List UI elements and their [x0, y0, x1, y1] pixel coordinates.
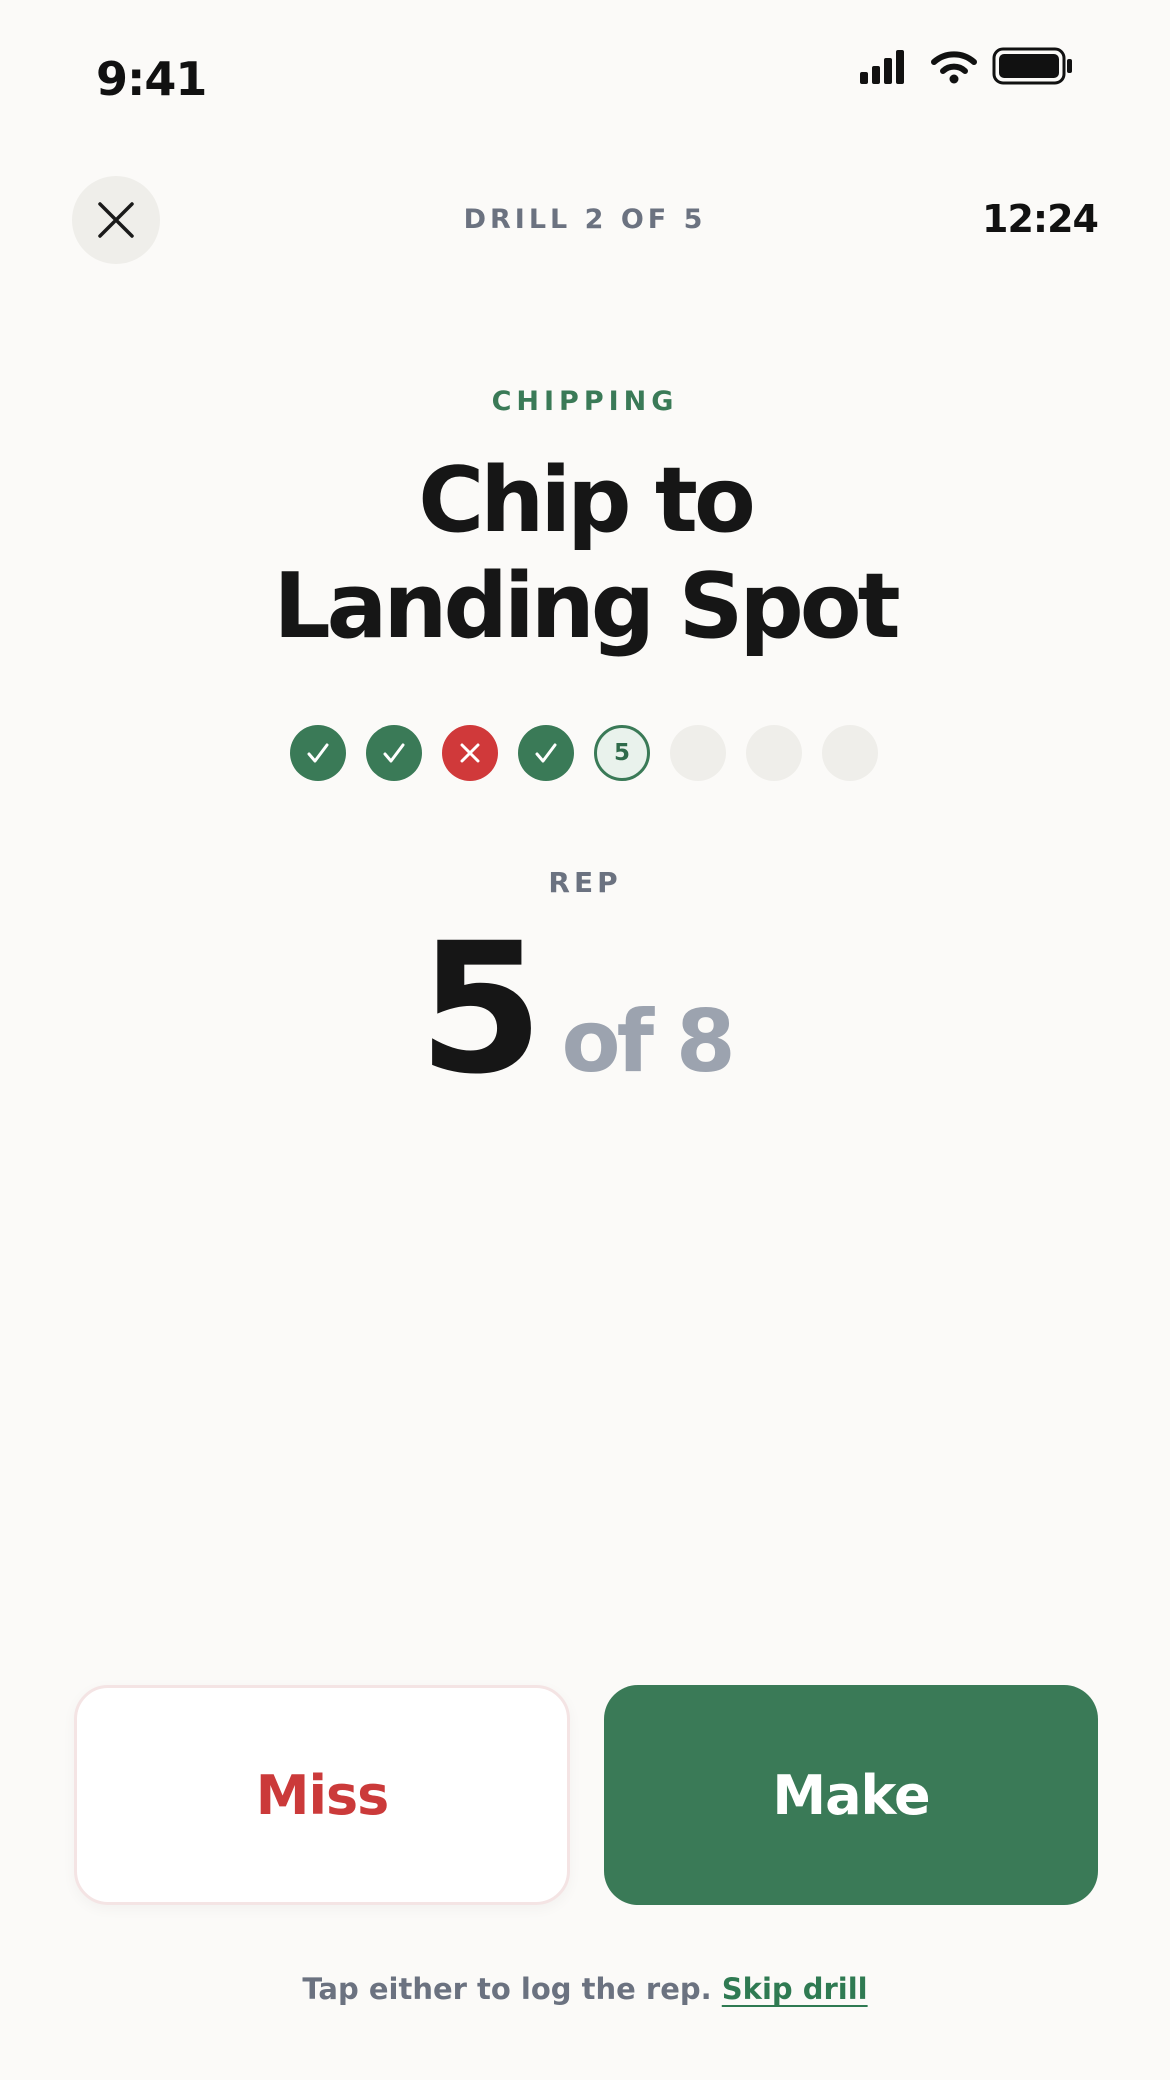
check-icon — [535, 743, 557, 763]
miss-button[interactable]: Miss — [74, 1685, 570, 1905]
status-bar-icons — [858, 46, 1074, 86]
footer-hint-text: Tap either to log the rep. — [302, 1972, 712, 2006]
rep-progress-dots: 5 — [290, 725, 880, 781]
drill-title-line-1: Chip to — [418, 448, 756, 553]
rep-counter: 5 of 8 — [0, 920, 1170, 1100]
wifi-icon — [931, 51, 977, 84]
rep-dot-empty — [670, 725, 726, 781]
drill-title-line-2: Landing Spot — [273, 554, 900, 659]
session-timer: 12:24 — [982, 197, 1099, 241]
signal-icon — [860, 50, 904, 84]
rep-dot-make — [518, 725, 574, 781]
make-button[interactable]: Make — [604, 1685, 1098, 1905]
rep-dot-empty — [746, 725, 802, 781]
rep-dot-make — [366, 725, 422, 781]
rep-total: of 8 — [561, 992, 735, 1092]
skip-drill-link[interactable]: Skip drill — [722, 1972, 868, 2006]
drill-title: Chip to Landing Spot — [0, 448, 1170, 660]
rep-label: REP — [548, 866, 622, 899]
rep-current-number: 5 — [418, 905, 543, 1114]
rep-dot-current: 5 — [594, 725, 650, 781]
rep-dot-number: 5 — [613, 740, 630, 766]
check-icon — [383, 743, 405, 763]
rep-dot-make — [290, 725, 346, 781]
x-icon — [460, 743, 480, 763]
footer-hint: Tap either to log the rep. Skip drill — [0, 1972, 1170, 2006]
rep-dot-miss — [442, 725, 498, 781]
status-bar-time: 9:41 — [96, 52, 207, 106]
rep-dot-empty — [822, 725, 878, 781]
battery-icon — [992, 47, 1072, 85]
check-icon — [307, 743, 329, 763]
drill-category: CHIPPING — [491, 386, 679, 417]
